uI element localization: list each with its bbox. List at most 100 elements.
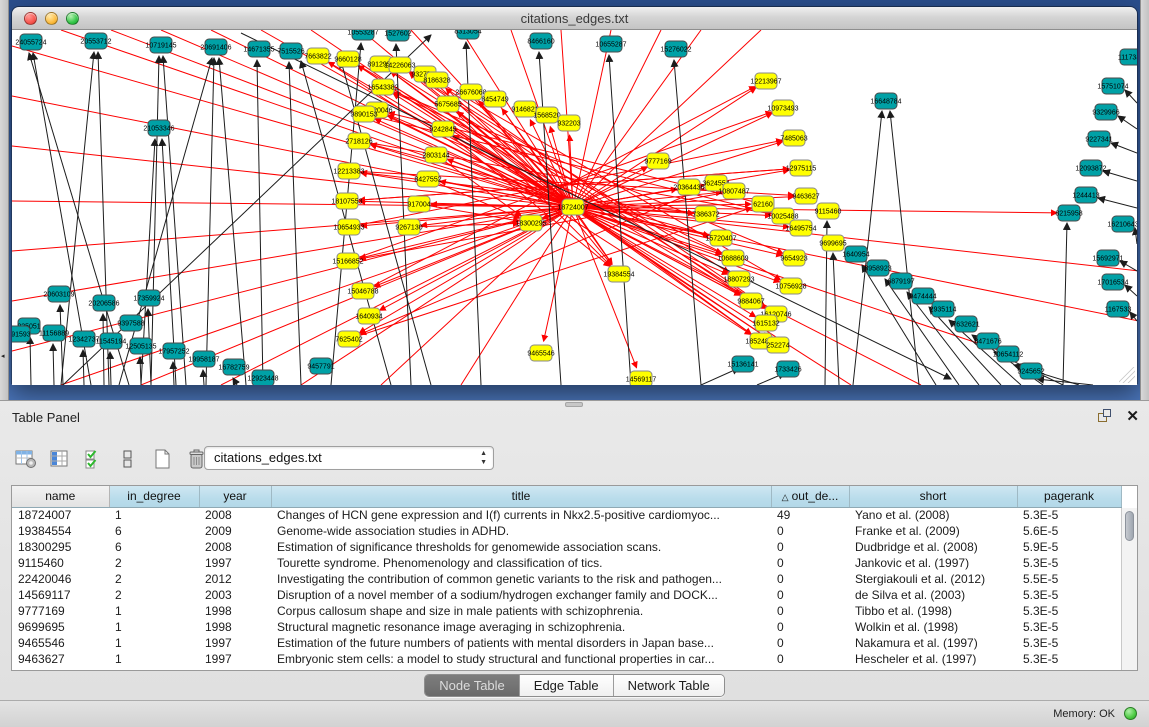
network-node[interactable]: 15046788: [347, 283, 378, 299]
network-node[interactable]: 10807487: [718, 183, 749, 199]
network-node[interactable]: 1527602: [384, 30, 411, 41]
network-node[interactable]: 9660128: [334, 51, 361, 67]
network-node[interactable]: 15166852: [332, 253, 363, 269]
network-node[interactable]: 21053346: [143, 120, 174, 136]
table-row[interactable]: 1830029562008Estimation of significance …: [12, 539, 1121, 555]
network-node[interactable]: 8427552: [414, 171, 441, 187]
network-node[interactable]: 1640954: [842, 246, 869, 262]
network-node[interactable]: 10973493: [767, 100, 798, 116]
network-node[interactable]: 391593: [12, 326, 31, 342]
network-node[interactable]: 7663822: [304, 48, 331, 64]
network-node[interactable]: 9267130: [395, 219, 422, 235]
column-header-out_degree[interactable]: △out_de...: [771, 486, 849, 507]
network-node[interactable]: 12213967: [750, 73, 781, 89]
network-node[interactable]: 9474444: [909, 288, 936, 304]
network-node[interactable]: 18807293: [723, 271, 754, 287]
network-node[interactable]: 1733426: [774, 361, 801, 377]
table-row[interactable]: 946554611997Estimation of the future num…: [12, 635, 1121, 651]
network-node[interactable]: 10654933: [333, 219, 364, 235]
network-node[interactable]: 10756928: [775, 278, 806, 294]
network-node[interactable]: 6879197: [887, 273, 914, 289]
network-node[interactable]: 8454749: [481, 91, 508, 107]
network-node[interactable]: 9884067: [737, 293, 764, 309]
network-node[interactable]: 8215958: [1055, 205, 1082, 221]
network-node[interactable]: 8466160: [527, 33, 554, 49]
column-header-year[interactable]: year: [199, 486, 271, 507]
network-node[interactable]: 1615132: [752, 315, 779, 331]
network-node[interactable]: 17016534: [1097, 274, 1128, 290]
network-node[interactable]: 1640934: [355, 308, 382, 324]
network-node[interactable]: 9654923: [780, 250, 807, 266]
network-node[interactable]: 20553712: [80, 33, 111, 49]
table-row[interactable]: 911546021997Tourette syndrome. Phenomeno…: [12, 555, 1121, 571]
network-node[interactable]: 15136141: [727, 356, 758, 372]
network-node[interactable]: 2935114: [930, 301, 957, 317]
network-node[interactable]: 17957252: [158, 343, 189, 359]
network-node[interactable]: 7625402: [335, 331, 362, 347]
network-node[interactable]: 15751074: [1097, 78, 1128, 94]
network-node[interactable]: 20603109: [43, 286, 74, 302]
tab-node-table[interactable]: Node Table: [425, 675, 520, 696]
tab-network-table[interactable]: Network Table: [614, 675, 724, 696]
network-node[interactable]: 9463627: [792, 188, 819, 204]
network-node[interactable]: 11156889: [39, 325, 69, 341]
network-node[interactable]: 9242845: [429, 121, 456, 137]
network-node[interactable]: 9457791: [307, 358, 334, 374]
left-panel-collapsed-strip[interactable]: ◂: [0, 0, 9, 400]
table-scrollbar[interactable]: [1121, 508, 1137, 670]
network-node[interactable]: 16782759: [218, 359, 249, 375]
network-node[interactable]: 8313054: [454, 30, 481, 39]
network-node[interactable]: 9115460: [815, 203, 842, 219]
network-node[interactable]: 9890153: [350, 106, 377, 122]
scrollbar-thumb[interactable]: [1125, 511, 1134, 541]
network-node[interactable]: 20691406: [200, 39, 231, 55]
network-node[interactable]: 17359924: [133, 290, 164, 306]
network-node[interactable]: 14671355: [243, 41, 274, 57]
table-row[interactable]: 977716911998Corpus callosum shape and si…: [12, 603, 1121, 619]
network-node[interactable]: 9465546: [527, 345, 554, 361]
network-node[interactable]: 9699695: [819, 235, 846, 251]
table-row[interactable]: 1456911722003Disruption of a novel membe…: [12, 587, 1121, 603]
network-node[interactable]: 12923448: [247, 370, 278, 385]
network-node[interactable]: 7632621: [952, 316, 979, 332]
column-header-title[interactable]: title: [271, 486, 771, 507]
network-node[interactable]: 2803144: [422, 147, 449, 163]
network-node[interactable]: 932203: [557, 115, 580, 131]
network-node[interactable]: 15692971: [1092, 250, 1123, 266]
network-node[interactable]: 16648784: [870, 93, 901, 109]
network-node[interactable]: 14569117: [626, 371, 657, 385]
network-node[interactable]: 9245652: [1017, 363, 1044, 379]
row-height-button[interactable]: [116, 447, 140, 471]
network-node[interactable]: 10688609: [717, 250, 748, 266]
column-header-short[interactable]: short: [849, 486, 1017, 507]
close-icon[interactable]: ✕: [1126, 409, 1139, 424]
network-node[interactable]: 12213383: [333, 163, 364, 179]
network-node[interactable]: 10654112: [993, 346, 1024, 362]
network-node[interactable]: 2718126: [345, 133, 372, 149]
network-node[interactable]: 16210643: [1107, 216, 1137, 232]
network-node[interactable]: 18300295: [515, 215, 546, 231]
network-node[interactable]: 12093872: [1075, 160, 1106, 176]
network-node[interactable]: 252274: [766, 337, 789, 353]
network-node[interactable]: 10655287: [595, 36, 626, 52]
network-node[interactable]: 12505135: [125, 338, 156, 354]
resize-grip-icon[interactable]: [1119, 367, 1135, 383]
network-node[interactable]: 24055724: [15, 34, 46, 50]
network-node[interactable]: 10719145: [145, 37, 176, 53]
column-header-in_degree[interactable]: in_degree: [109, 486, 199, 507]
right-panel-collapsed-strip[interactable]: [1140, 0, 1149, 400]
network-node[interactable]: 1117349: [1118, 49, 1137, 65]
float-window-icon[interactable]: [1098, 409, 1113, 424]
network-node[interactable]: 8186328: [423, 72, 450, 88]
select-rows-button[interactable]: [82, 447, 106, 471]
network-node[interactable]: 20364436: [673, 179, 704, 195]
network-node[interactable]: 8958923: [864, 260, 891, 276]
network-node[interactable]: 7485063: [780, 130, 807, 146]
table-selector-dropdown[interactable]: citations_edges.txt ▲▼: [204, 446, 494, 470]
network-node[interactable]: 15720407: [705, 230, 736, 246]
network-node[interactable]: 7515526: [277, 43, 304, 59]
table-row[interactable]: 2242004622012Investigating the contribut…: [12, 571, 1121, 587]
table-row[interactable]: 946362711997Embryonic stem cells: a mode…: [12, 651, 1121, 667]
network-node[interactable]: 1167533: [1105, 301, 1132, 317]
table-settings-button[interactable]: [14, 447, 38, 471]
